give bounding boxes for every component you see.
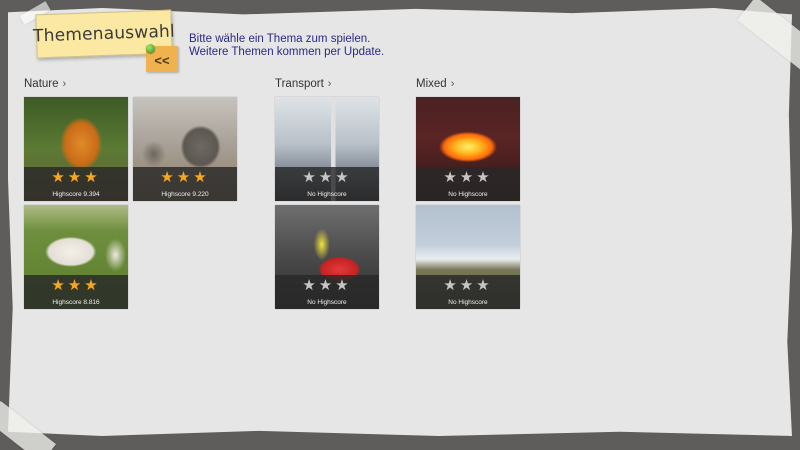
star-filled-icon: ★ [160, 169, 177, 186]
category-heading-nature[interactable]: Nature › [24, 78, 66, 90]
theme-tile-toy-bike[interactable]: ★★★ No Highscore [275, 205, 379, 309]
star-empty-icon: ★ [302, 277, 319, 294]
theme-tile-fire-breather[interactable]: ★★★ No Highscore [416, 97, 520, 201]
star-empty-icon: ★ [335, 277, 352, 294]
star-rating: ★★★ [416, 169, 520, 187]
star-rating: ★★★ [275, 277, 379, 295]
star-empty-icon: ★ [302, 169, 319, 186]
star-empty-icon: ★ [459, 169, 477, 186]
theme-tile-savanna-tree[interactable]: ★★★ No Highscore [416, 205, 520, 309]
theme-tile-tiger[interactable]: ★★★ Highscore 9.394 [24, 97, 128, 201]
star-rating: ★★★ [275, 169, 379, 187]
highscore-label: No Highscore [448, 299, 488, 306]
star-empty-icon: ★ [476, 169, 493, 186]
star-filled-icon: ★ [51, 169, 68, 186]
star-empty-icon: ★ [318, 277, 336, 294]
star-rating: ★★★ [24, 169, 128, 187]
highscore-label: No Highscore [448, 191, 488, 198]
theme-tile-elephants[interactable]: ★★★ Highscore 9.220 [133, 97, 237, 201]
star-filled-icon: ★ [51, 277, 68, 294]
category-label: Nature [24, 78, 59, 90]
chevron-right-icon: › [62, 78, 67, 90]
star-filled-icon: ★ [193, 169, 210, 186]
intro-line-1: Bitte wähle ein Thema zum spielen. [189, 33, 371, 45]
star-filled-icon: ★ [67, 277, 85, 294]
star-filled-icon: ★ [84, 277, 101, 294]
star-empty-icon: ★ [318, 169, 336, 186]
intro-text: Bitte wähle ein Thema zum spielen. Weite… [189, 33, 384, 59]
theme-tile-sheep[interactable]: ★★★ Highscore 8.816 [24, 205, 128, 309]
page-title: Themenauswahl [32, 21, 176, 47]
star-empty-icon: ★ [443, 277, 460, 294]
chevron-right-icon: › [450, 78, 455, 90]
star-empty-icon: ★ [443, 169, 460, 186]
highscore-label: No Highscore [307, 299, 347, 306]
category-heading-transport[interactable]: Transport › [275, 78, 331, 90]
category-heading-mixed[interactable]: Mixed › [416, 78, 454, 90]
chevron-right-icon: › [327, 78, 332, 90]
highscore-label: Highscore 8.816 [52, 299, 100, 306]
back-chevron-icon: << [154, 53, 170, 68]
highscore-label: Highscore 9.220 [161, 191, 209, 198]
star-rating: ★★★ [24, 277, 128, 295]
category-label: Mixed [416, 78, 447, 90]
intro-line-2: Weitere Themen kommen per Update. [189, 46, 385, 58]
star-rating: ★★★ [416, 277, 520, 295]
theme-tile-chairlift[interactable]: ★★★ No Highscore [275, 97, 379, 201]
pin-icon [146, 44, 155, 53]
highscore-label: Highscore 9.394 [52, 191, 100, 198]
star-filled-icon: ★ [84, 169, 101, 186]
star-empty-icon: ★ [459, 277, 477, 294]
star-filled-icon: ★ [176, 169, 194, 186]
category-label: Transport [275, 78, 324, 90]
highscore-label: No Highscore [307, 191, 347, 198]
star-empty-icon: ★ [335, 169, 352, 186]
star-rating: ★★★ [133, 169, 237, 187]
star-filled-icon: ★ [67, 169, 85, 186]
star-empty-icon: ★ [476, 277, 493, 294]
